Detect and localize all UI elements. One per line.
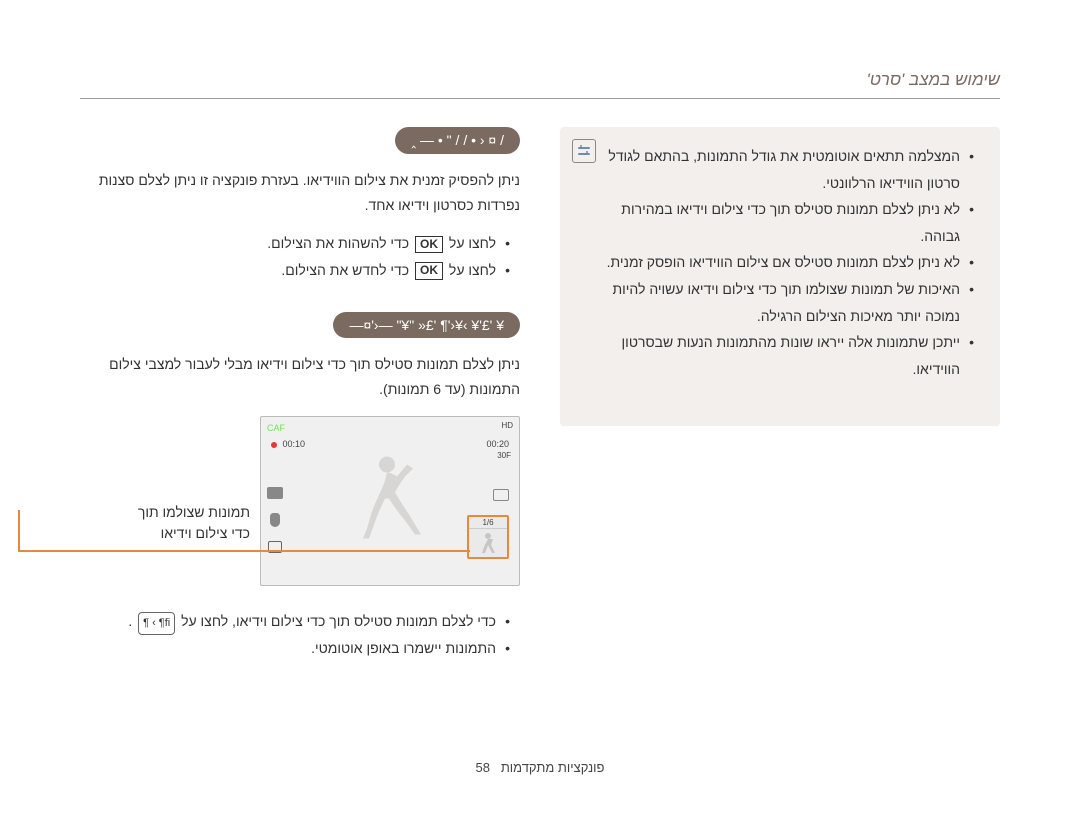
two-column-layout: / ¤ ‹ • / / " • — ‸ ניתן להפסיק זמנית את… <box>80 127 1000 689</box>
page-title: שימוש במצב 'סרט' <box>866 70 1000 89</box>
note-item: לא ניתן לצלם תמונות סטילס תוך כדי צילום … <box>606 196 974 249</box>
bullet-pause: לחצו על OK כדי להשהות את הצילום. <box>80 230 510 257</box>
bullet-resume: לחצו על OK כדי לחדש את הצילום. <box>80 257 510 284</box>
footer-text: פונקציות מתקדמות <box>501 760 605 775</box>
section-pill-pause: / ¤ ‹ • / / " • — ‸ <box>395 127 520 154</box>
bullet-shutter: כדי לצלם תמונות סטילס תוך כדי צילום וידי… <box>80 608 510 635</box>
total-time: 00:20 <box>486 439 509 449</box>
thumb-inner <box>469 529 507 557</box>
note-icon <box>572 139 596 163</box>
bullet-autosave: התמונות יישמרו באופן אוטומטי. <box>80 635 510 662</box>
page-container: שימוש במצב 'סרט' / ¤ ‹ • / / " • — ‸ נית… <box>0 0 1080 729</box>
callout-line1: תמונות שצולמו תוך <box>138 502 250 523</box>
note-item: לא ניתן לצלם תמונות סטילס אם צילום הוויד… <box>606 249 974 276</box>
section1-paragraph: ניתן להפסיק זמנית את צילום הווידיאו. בעז… <box>80 168 520 218</box>
frame-icon <box>268 541 282 553</box>
note-item: המצלמה תתאים אוטומטית את גודל התמונות, ב… <box>606 143 974 196</box>
caf-indicator: CAF <box>267 423 285 433</box>
note-bullets: המצלמה תתאים אוטומטית את גודל התמונות, ב… <box>606 143 984 382</box>
left-icon-stack <box>267 487 283 553</box>
mic-icon <box>270 513 280 527</box>
shutter-button-label: fi¶ › ¶ <box>138 612 175 635</box>
dancer-silhouette-icon <box>355 450 425 545</box>
camera-icon <box>267 487 283 499</box>
callout-labels: תמונות שצולמו תוך כדי צילום וידיאו <box>138 502 250 544</box>
ok-button-label: OK <box>415 262 443 280</box>
page-footer: פונקציות מתקדמות 58 <box>0 760 1080 775</box>
page-header: שימוש במצב 'סרט' <box>80 70 1000 99</box>
viewfinder-illustration: CAF HD 00:10 00:20 30F <box>260 416 520 586</box>
record-dot-icon <box>271 442 277 448</box>
note-box: המצלמה תתאים אוטומטית את גודל התמונות, ב… <box>560 127 1000 426</box>
note-item: האיכות של תמונות שצולמו תוך כדי צילום וי… <box>606 276 974 329</box>
fps-indicator: 30F <box>497 451 511 460</box>
viewfinder-frame: CAF HD 00:10 00:20 30F <box>260 416 520 586</box>
rec-timer: 00:10 <box>271 439 305 449</box>
still-thumbnail-box: 1/6 <box>467 515 509 559</box>
thumb-count: 1/6 <box>469 517 507 529</box>
capture-mode-icon <box>493 489 509 501</box>
note-item: ייתכן שתמונות אלה ייראו שונות מהתמונות ה… <box>606 329 974 382</box>
ok-button-label: OK <box>415 236 443 254</box>
section-pill-stills: ¥ '£'¥ ›¥‹'¶ '£« "¥" —‹'¤— <box>333 312 520 338</box>
hd-indicator: HD <box>501 421 513 430</box>
page-number: 58 <box>476 760 490 775</box>
right-column: / ¤ ‹ • / / " • — ‸ ניתן להפסיק זמנית את… <box>80 127 520 689</box>
section1-bullets: לחצו על OK כדי להשהות את הצילום. לחצו על… <box>80 230 520 283</box>
section2-paragraph: ניתן לצלם תמונות סטילס תוך כדי צילום ויד… <box>80 352 520 402</box>
section2-bullets: כדי לצלם תמונות סטילס תוך כדי צילום וידי… <box>80 608 520 661</box>
callout-line2: כדי צילום וידיאו <box>138 523 250 544</box>
left-column: המצלמה תתאים אוטומטית את גודל התמונות, ב… <box>560 127 1000 689</box>
